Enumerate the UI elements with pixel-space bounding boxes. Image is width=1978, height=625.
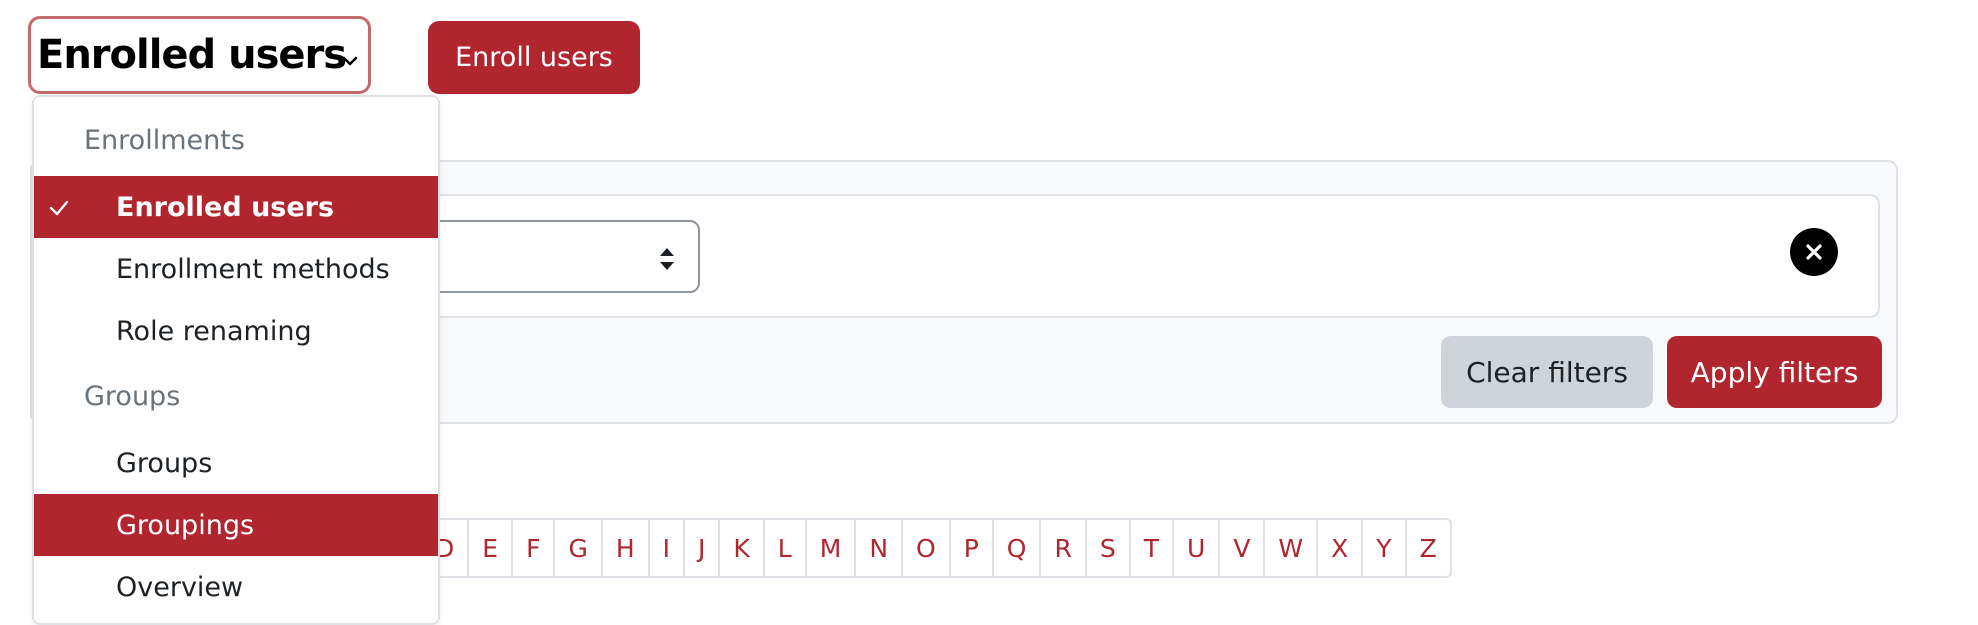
- menu-item-role-renaming[interactable]: Role renaming: [34, 300, 438, 362]
- initial-letter-n[interactable]: N: [854, 520, 901, 576]
- page-selector-dropdown[interactable]: Enrolled users: [28, 16, 371, 94]
- menu-item-label: Groups: [116, 447, 213, 479]
- menu-item-enrollment-methods[interactable]: Enrollment methods: [34, 238, 438, 300]
- menu-item-label: Enrolled users: [116, 191, 335, 223]
- initial-letter-q[interactable]: Q: [991, 520, 1040, 576]
- menu-item-label: Groupings: [116, 509, 255, 541]
- initial-letter-l[interactable]: L: [762, 520, 805, 576]
- initial-letter-u[interactable]: U: [1172, 520, 1218, 576]
- close-circle-icon[interactable]: [1790, 228, 1838, 276]
- initial-letter-j[interactable]: J: [683, 520, 718, 576]
- initial-letter-o[interactable]: O: [901, 520, 949, 576]
- sort-arrows-icon: [658, 246, 676, 272]
- initial-letter-g[interactable]: G: [553, 520, 600, 576]
- check-icon: [48, 195, 70, 217]
- page-selector-label: Enrolled users: [37, 32, 347, 78]
- initial-letter-x[interactable]: X: [1316, 520, 1361, 576]
- initial-letter-s[interactable]: S: [1084, 520, 1129, 576]
- initial-letter-v[interactable]: V: [1218, 520, 1263, 576]
- initial-letter-w[interactable]: W: [1263, 520, 1316, 576]
- chevron-down-icon: [340, 51, 360, 71]
- apply-filters-button[interactable]: Apply filters: [1667, 336, 1882, 408]
- initial-letter-t[interactable]: T: [1128, 520, 1172, 576]
- menu-item-label: Role renaming: [116, 315, 312, 347]
- menu-item-label: Enrollment methods: [116, 253, 390, 285]
- menu-item-label: Overview: [116, 571, 244, 603]
- initial-letter-m[interactable]: M: [804, 520, 855, 576]
- initial-letter-i[interactable]: I: [647, 520, 683, 576]
- initial-letter-f[interactable]: F: [511, 520, 553, 576]
- enroll-users-button[interactable]: Enroll users: [428, 21, 640, 94]
- initial-letter-r[interactable]: R: [1039, 520, 1084, 576]
- menu-section-header-enrollments: Enrollments: [84, 125, 245, 156]
- clear-filters-button[interactable]: Clear filters: [1441, 336, 1653, 408]
- initial-letter-z[interactable]: Z: [1404, 520, 1450, 576]
- initials-filter-bar: DEFGHIJKLMNOPQRSTUVWXYZ: [420, 518, 1452, 578]
- initial-letter-y[interactable]: Y: [1361, 520, 1404, 576]
- menu-item-overview[interactable]: Overview: [34, 556, 438, 618]
- page-selector-menu: Enrollments Enrolled users Enrollment me…: [32, 95, 440, 625]
- menu-item-groups[interactable]: Groups: [34, 432, 438, 494]
- menu-item-enrolled-users[interactable]: Enrolled users: [34, 176, 438, 238]
- initial-letter-h[interactable]: H: [600, 520, 648, 576]
- initial-letter-k[interactable]: K: [718, 520, 762, 576]
- initial-letter-p[interactable]: P: [948, 520, 992, 576]
- menu-section-header-groups: Groups: [84, 381, 181, 412]
- initial-letter-e[interactable]: E: [467, 520, 511, 576]
- menu-item-groupings[interactable]: Groupings: [34, 494, 438, 556]
